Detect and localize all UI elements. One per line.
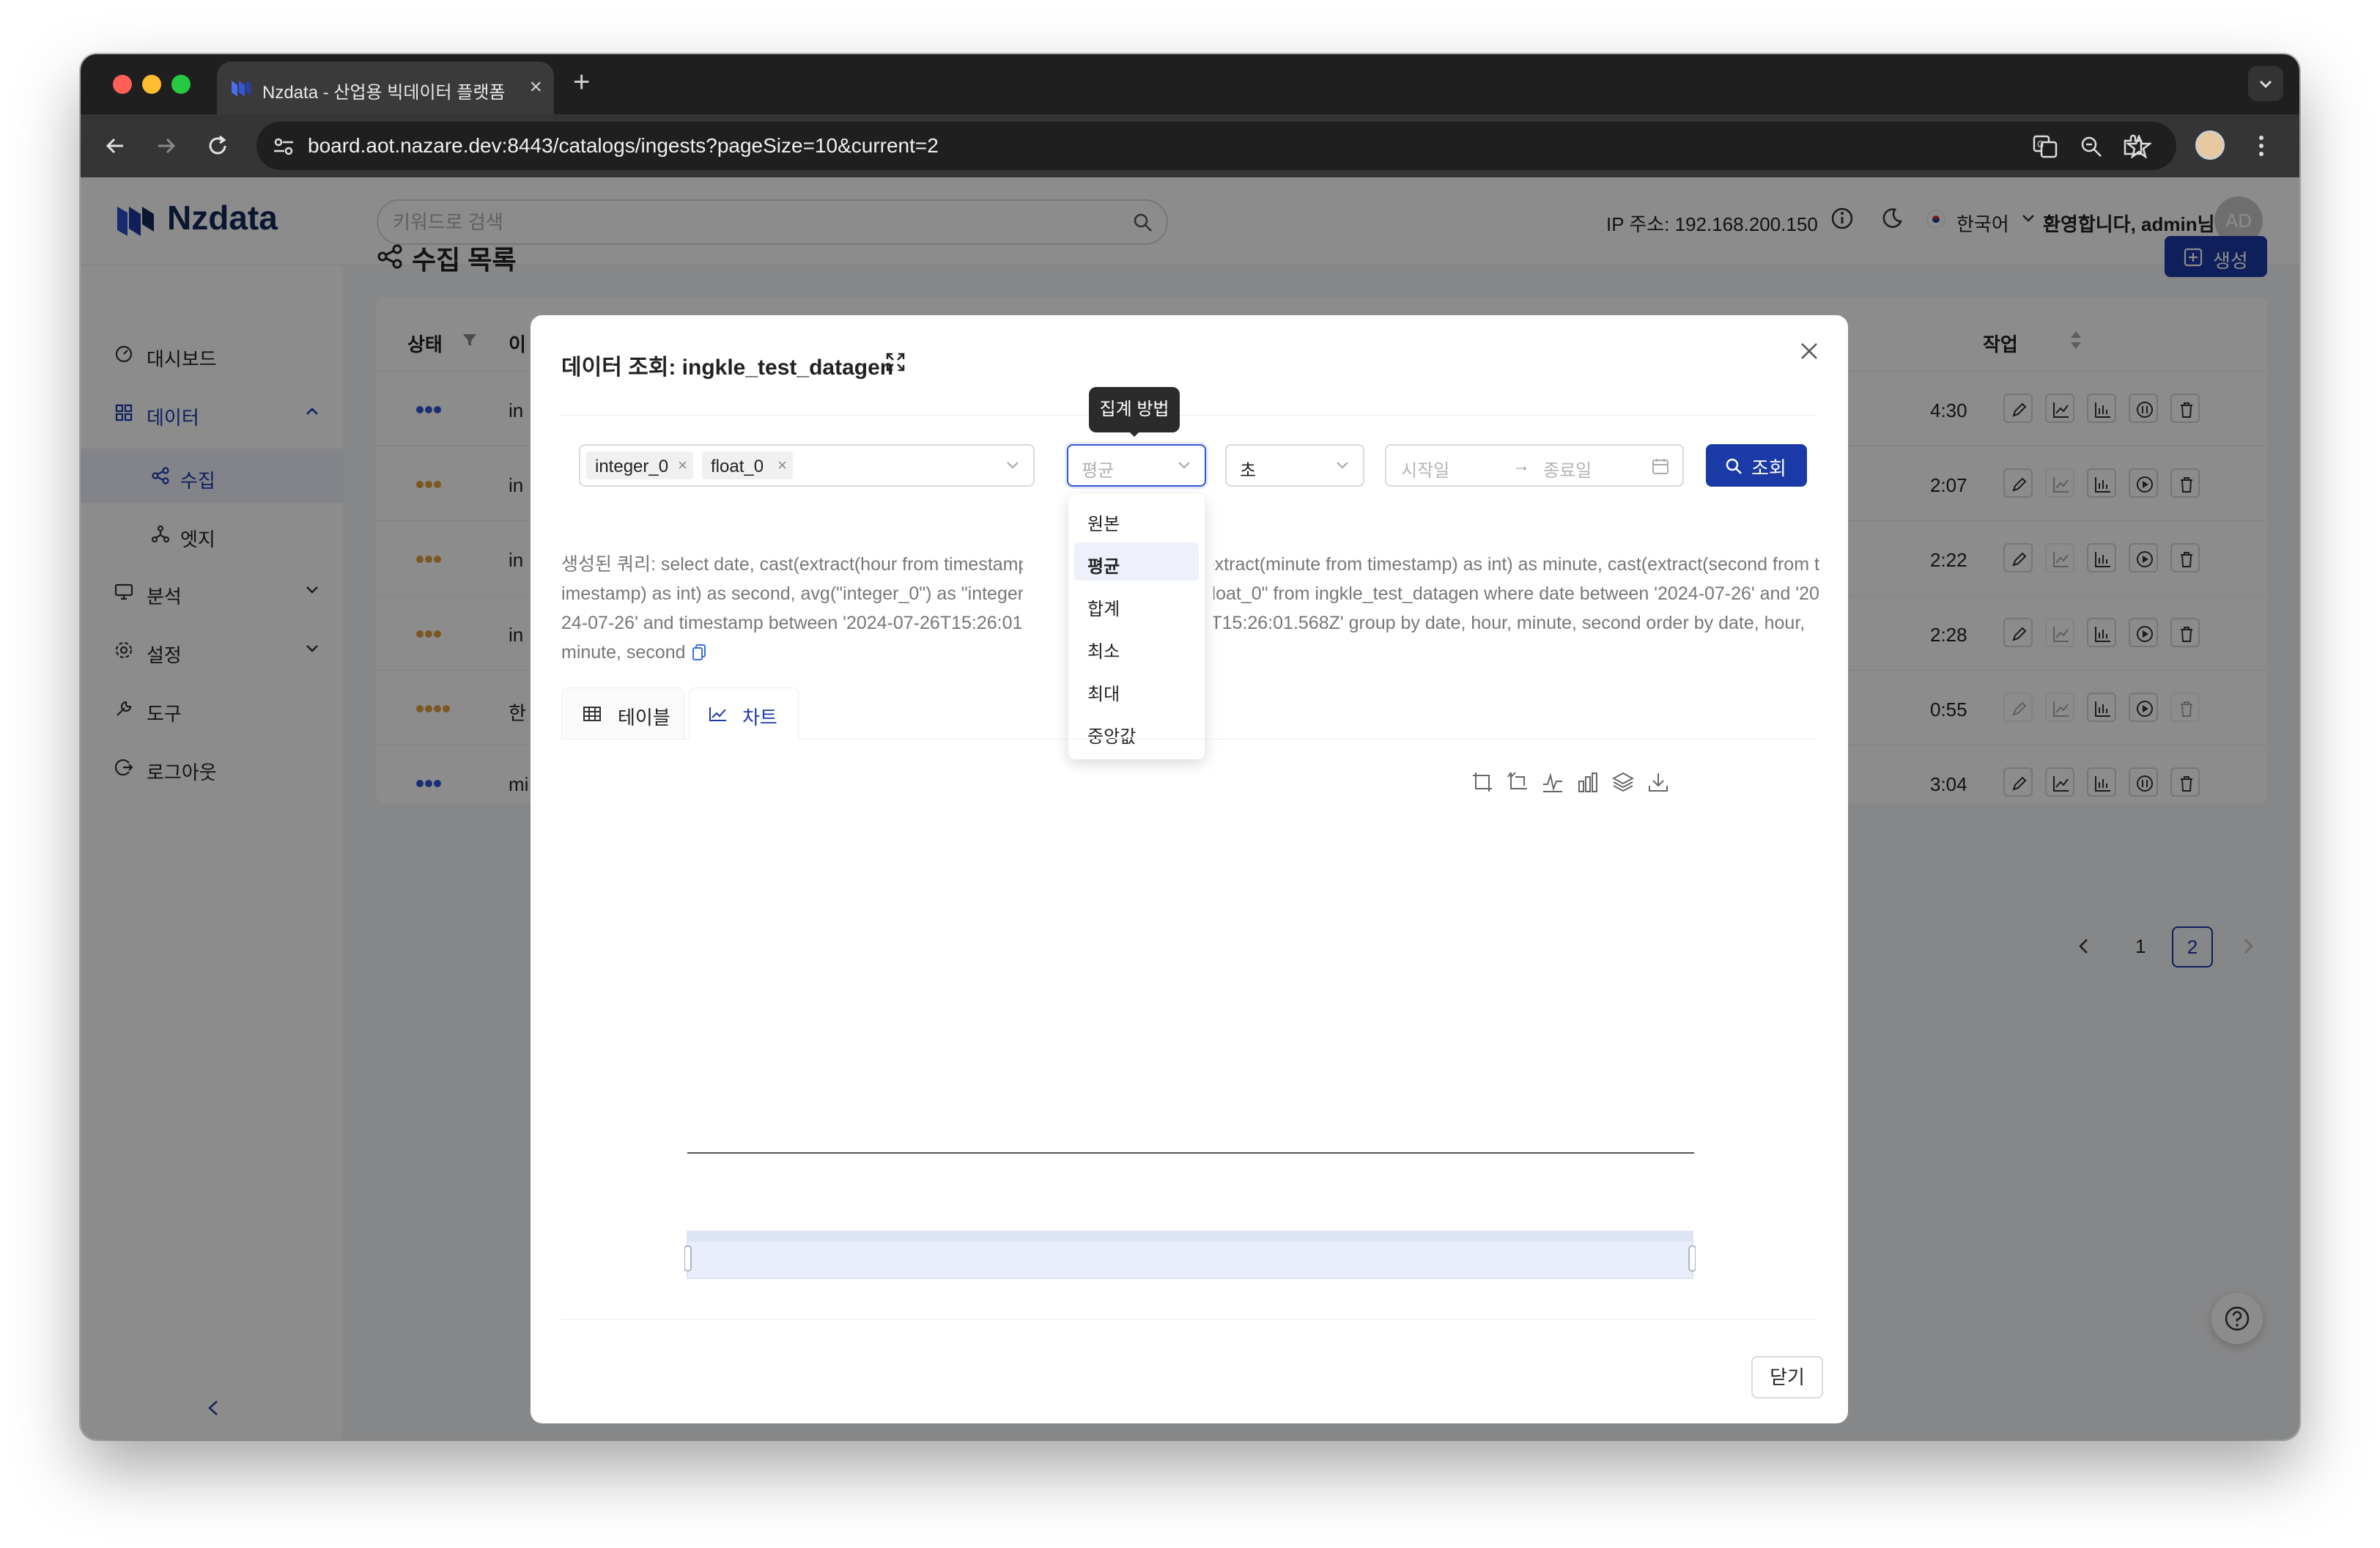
reload-icon[interactable] xyxy=(205,133,230,158)
option-min[interactable]: 최소 xyxy=(1074,627,1199,666)
zoom-icon[interactable] xyxy=(2080,135,2103,158)
end-date-input[interactable]: 종료일 xyxy=(1543,456,1592,482)
bar-type-icon[interactable] xyxy=(1577,771,1599,793)
column-chip: integer_0 × xyxy=(586,452,693,479)
tooltip-arrow xyxy=(1127,430,1142,437)
forward-icon[interactable] xyxy=(154,133,179,158)
address-bar[interactable]: board.aot.nazare.dev:8443/catalogs/inges… xyxy=(256,122,2176,170)
column-chip: float_0 × xyxy=(702,452,793,479)
line-type-icon[interactable] xyxy=(1542,771,1564,793)
tab-search-button[interactable] xyxy=(2248,66,2283,101)
back-icon[interactable] xyxy=(103,133,128,158)
aggregation-dropdown: 원본 평균 합계 최소 최대 중앙값 xyxy=(1068,494,1205,759)
close-window-button[interactable] xyxy=(113,75,132,94)
zoom-area-icon[interactable] xyxy=(1471,771,1493,793)
tab-table[interactable]: 테이블 xyxy=(561,688,684,739)
data-query-modal: 데이터 조회: ingkle_test_datagen integer_0 × … xyxy=(531,315,1848,1423)
time-unit-select[interactable]: 초 xyxy=(1225,444,1364,487)
chevron-down-icon xyxy=(1335,460,1350,471)
translate-icon[interactable]: G xyxy=(2033,135,2058,158)
tab-close-icon[interactable]: × xyxy=(529,75,542,100)
range-arrow: → xyxy=(1512,456,1530,476)
copy-icon[interactable] xyxy=(692,644,706,661)
maximize-window-button[interactable] xyxy=(171,75,191,94)
option-raw[interactable]: 원본 xyxy=(1074,500,1199,538)
date-range-picker[interactable]: 시작일 → 종료일 xyxy=(1385,444,1684,487)
profile-avatar[interactable] xyxy=(2195,130,2225,160)
remove-chip-icon[interactable]: × xyxy=(678,456,687,475)
nzdata-favicon-icon xyxy=(230,78,252,100)
modal-title: 데이터 조회: ingkle_test_datagen xyxy=(561,355,894,380)
query-button[interactable]: 조회 xyxy=(1706,444,1807,487)
minimize-window-button[interactable] xyxy=(142,75,161,94)
svg-text:G: G xyxy=(2037,139,2044,150)
option-sum[interactable]: 합계 xyxy=(1074,585,1199,623)
download-icon[interactable] xyxy=(1647,771,1669,793)
close-button[interactable]: 닫기 xyxy=(1751,1356,1823,1398)
option-average[interactable]: 평균 xyxy=(1074,542,1199,580)
chevron-down-icon xyxy=(1005,460,1020,471)
browser-window: Nzdata - 산업용 빅데이터 플랫폼 × + board.aot.naza… xyxy=(81,54,2299,1440)
browser-tabbar: Nzdata - 산업용 빅데이터 플랫폼 × + xyxy=(81,54,2299,114)
x-axis-line xyxy=(687,1152,1694,1154)
chevron-down-icon xyxy=(2259,80,2272,89)
remove-chip-icon[interactable]: × xyxy=(777,456,787,475)
site-settings-icon[interactable] xyxy=(273,136,295,157)
line-chart-icon xyxy=(709,706,728,722)
tab-title: Nzdata - 산업용 빅데이터 플랫폼 xyxy=(262,83,506,103)
calendar-icon xyxy=(1652,457,1669,475)
url-text: board.aot.nazare.dev:8443/catalogs/inges… xyxy=(308,134,939,157)
new-tab-icon[interactable]: + xyxy=(573,66,590,99)
close-icon[interactable] xyxy=(1798,340,1820,362)
stack-icon[interactable] xyxy=(1612,771,1634,793)
slider-left-handle xyxy=(684,1245,692,1272)
aggregation-tooltip: 집계 방법 xyxy=(1089,387,1180,432)
tab-chart[interactable]: 차트 xyxy=(689,688,799,740)
extensions-icon[interactable] xyxy=(2121,133,2146,158)
option-max[interactable]: 최대 xyxy=(1074,670,1199,708)
browser-toolbar: board.aot.nazare.dev:8443/catalogs/inges… xyxy=(81,114,2299,177)
search-icon xyxy=(1725,457,1742,475)
browser-menu-icon[interactable] xyxy=(2257,133,2266,158)
divider xyxy=(561,415,1817,416)
column-multiselect[interactable]: integer_0 × float_0 × xyxy=(579,444,1035,487)
chevron-down-icon xyxy=(1177,460,1191,471)
browser-tab[interactable]: Nzdata - 산업용 빅데이터 플랫폼 × xyxy=(217,62,554,114)
zoom-reset-icon[interactable] xyxy=(1507,771,1529,793)
option-median[interactable]: 중앙값 xyxy=(1074,712,1199,751)
footer-divider xyxy=(561,1319,1817,1320)
start-date-input[interactable]: 시작일 xyxy=(1401,456,1449,482)
table-icon xyxy=(583,706,602,722)
fullscreen-icon[interactable] xyxy=(885,352,906,372)
data-zoom-slider[interactable] xyxy=(684,1230,1696,1281)
aggregation-select[interactable]: 평균 xyxy=(1067,444,1206,487)
slider-right-handle xyxy=(1688,1245,1696,1272)
